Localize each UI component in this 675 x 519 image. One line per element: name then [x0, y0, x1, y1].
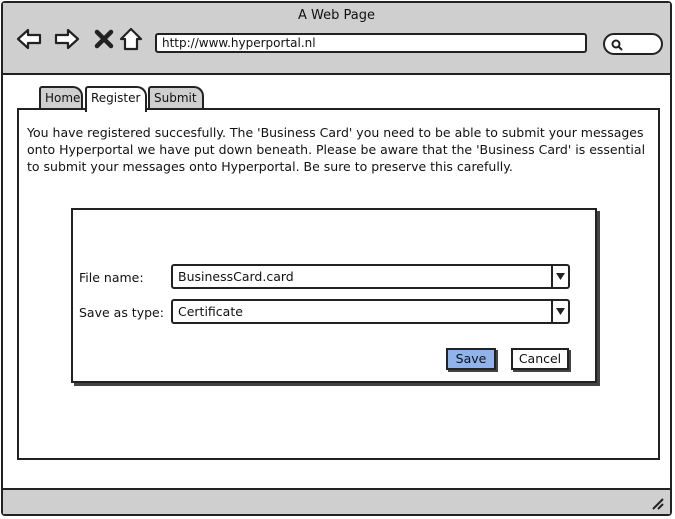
tab-home-label: Home — [45, 91, 81, 105]
tab-content-panel: You have registered succesfully. The 'Bu… — [17, 108, 660, 460]
browser-window: A Web Page http://www.hyperportal.nl Hom… — [1, 1, 672, 516]
stop-close-icon[interactable] — [91, 25, 119, 53]
tab-register-label: Register — [91, 91, 141, 105]
tab-register[interactable]: Register — [85, 86, 147, 112]
cancel-button[interactable]: Cancel — [511, 348, 569, 370]
save-type-dropdown-button[interactable] — [551, 301, 568, 322]
search-field[interactable] — [603, 33, 663, 55]
file-name-label: File name: — [79, 270, 144, 285]
save-button[interactable]: Save — [446, 348, 496, 370]
window-title: A Web Page — [298, 8, 375, 23]
file-name-value: BusinessCard.card — [178, 269, 294, 284]
search-icon — [611, 39, 623, 51]
save-type-label: Save as type: — [79, 305, 164, 320]
chevron-down-icon — [556, 308, 565, 315]
tab-submit[interactable]: Submit — [148, 86, 204, 110]
resize-grip-icon[interactable] — [650, 496, 664, 510]
save-file-dialog: File name: BusinessCard.card Save as typ… — [71, 208, 597, 383]
file-name-combobox[interactable]: BusinessCard.card — [171, 264, 570, 289]
save-type-value: Certificate — [178, 304, 243, 319]
tab-home[interactable]: Home — [39, 86, 83, 110]
browser-chrome: A Web Page http://www.hyperportal.nl — [3, 3, 670, 75]
tab-submit-label: Submit — [154, 91, 197, 105]
save-type-combobox[interactable]: Certificate — [171, 299, 570, 324]
back-arrow-icon[interactable] — [15, 25, 43, 53]
address-bar[interactable]: http://www.hyperportal.nl — [155, 33, 587, 53]
home-icon[interactable] — [117, 25, 145, 53]
forward-arrow-icon[interactable] — [53, 25, 81, 53]
chevron-down-icon — [556, 273, 565, 280]
status-bar — [3, 488, 670, 514]
registration-message: You have registered succesfully. The 'Bu… — [27, 125, 646, 174]
file-name-dropdown-button[interactable] — [551, 266, 568, 287]
